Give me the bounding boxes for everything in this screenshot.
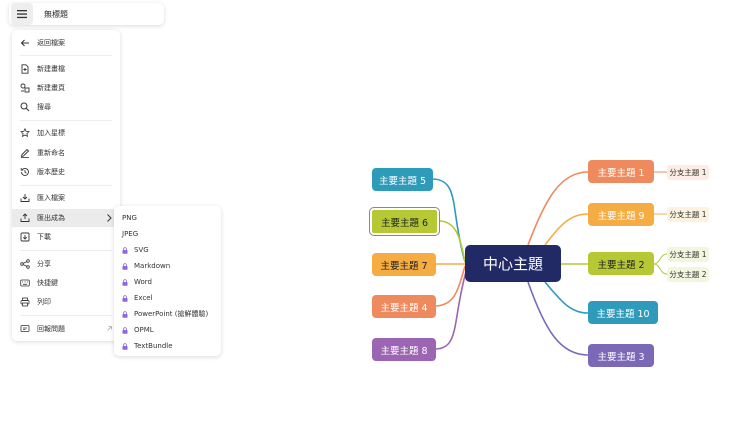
- printer-icon: [20, 297, 30, 307]
- menu-item-version-history[interactable]: 版本歷史: [12, 163, 120, 181]
- main-topic-2[interactable]: 主要主題 2: [588, 252, 654, 275]
- export-option-powerpoint[interactable]: PowerPoint (搶鮮體驗): [122, 308, 208, 320]
- main-topic-4[interactable]: 主要主題 4: [372, 295, 436, 318]
- new-sheet-icon: [20, 83, 30, 93]
- main-topic-1[interactable]: 主要主題 1: [588, 160, 654, 183]
- keyboard-icon: [20, 279, 30, 287]
- new-file-icon: [21, 64, 29, 74]
- lock-icon: [122, 326, 128, 334]
- export-option-opml[interactable]: OPML: [122, 324, 154, 336]
- main-topic-10[interactable]: 主要主題 10: [588, 301, 658, 324]
- lock-icon: [122, 262, 128, 270]
- menu-divider: [20, 315, 112, 316]
- export-option-png[interactable]: PNG: [122, 212, 137, 224]
- export-option-svg[interactable]: SVG: [122, 244, 149, 256]
- export-option-word[interactable]: Word: [122, 276, 152, 288]
- export-option-textbundle[interactable]: TextBundle: [122, 340, 173, 352]
- export-icon: [20, 213, 30, 222]
- menu-divider: [20, 120, 112, 121]
- menu-item-print[interactable]: 列印: [12, 293, 120, 311]
- menu-item-import[interactable]: 匯入檔案: [12, 189, 120, 207]
- main-menu: 返回檔案 新建畫檔 新建畫頁 搜尋 加入星標 重新命名 版本歷史 匯入檔案 匯出…: [12, 30, 120, 341]
- menu-item-report-issue[interactable]: 回報問題: [12, 320, 120, 338]
- central-topic[interactable]: 中心主題: [465, 245, 561, 282]
- menu-item-search[interactable]: 搜尋: [12, 98, 120, 116]
- menu-divider: [20, 185, 112, 186]
- menu-divider: [20, 250, 112, 251]
- menu-item-share[interactable]: 分享: [12, 255, 120, 273]
- main-topic-7[interactable]: 主要主題 7: [372, 253, 436, 276]
- star-icon: [20, 128, 30, 138]
- external-link-icon: [107, 326, 112, 331]
- share-icon: [20, 259, 30, 269]
- arrow-left-icon: [20, 39, 29, 47]
- history-icon: [20, 168, 29, 176]
- branch-topic[interactable]: 分支主題 1: [667, 247, 709, 262]
- import-icon: [20, 194, 30, 202]
- menu-divider: [20, 55, 112, 56]
- main-topic-3[interactable]: 主要主題 3: [588, 344, 654, 367]
- lock-icon: [122, 246, 128, 254]
- download-icon: [20, 232, 30, 242]
- export-option-markdown[interactable]: Markdown: [122, 260, 170, 272]
- main-topic-6[interactable]: 主要主題 6: [369, 207, 440, 236]
- branch-topic[interactable]: 分支主題 1: [667, 165, 709, 180]
- menu-item-star[interactable]: 加入星標: [12, 124, 120, 142]
- lock-icon: [122, 294, 128, 302]
- hamburger-icon: [17, 10, 27, 19]
- menu-item-back-to-files[interactable]: 返回檔案: [12, 34, 120, 52]
- lock-icon: [122, 342, 128, 350]
- menu-button[interactable]: [11, 3, 33, 25]
- menu-item-rename[interactable]: 重新命名: [12, 144, 120, 162]
- menu-item-download[interactable]: 下載: [12, 228, 120, 246]
- branch-topic[interactable]: 分支主題 2: [667, 267, 709, 282]
- document-title[interactable]: 無標題: [44, 9, 68, 20]
- menu-item-shortcuts[interactable]: 快捷鍵: [12, 274, 120, 292]
- export-submenu: PNG JPEG SVG Markdown Word Excel PowerPo…: [114, 206, 221, 356]
- main-topic-9[interactable]: 主要主題 9: [588, 203, 654, 226]
- export-option-jpeg[interactable]: JPEG: [122, 228, 138, 240]
- feedback-icon: [20, 325, 30, 332]
- lock-icon: [122, 310, 128, 318]
- pencil-icon: [20, 148, 30, 158]
- menu-item-export-as[interactable]: 匯出成為: [12, 209, 120, 227]
- main-topic-8[interactable]: 主要主題 8: [372, 338, 436, 361]
- main-topic-5[interactable]: 主要主題 5: [372, 168, 433, 191]
- menu-item-new-file[interactable]: 新建畫檔: [12, 60, 120, 78]
- branch-topic[interactable]: 分支主題 1: [667, 207, 709, 222]
- search-icon: [20, 102, 30, 112]
- title-bar: 無標題: [9, 3, 164, 25]
- export-option-excel[interactable]: Excel: [122, 292, 153, 304]
- menu-item-new-sheet[interactable]: 新建畫頁: [12, 79, 120, 97]
- chevron-right-icon: [107, 214, 112, 222]
- lock-icon: [122, 278, 128, 286]
